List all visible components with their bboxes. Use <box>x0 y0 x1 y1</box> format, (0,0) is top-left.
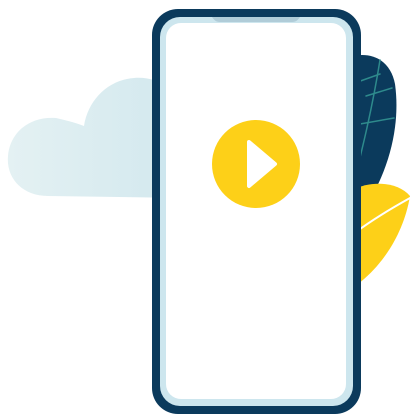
phone-icon <box>152 9 361 414</box>
illustration-canvas <box>0 0 411 415</box>
play-icon[interactable] <box>212 120 300 208</box>
phone-video-illustration <box>7 9 411 414</box>
